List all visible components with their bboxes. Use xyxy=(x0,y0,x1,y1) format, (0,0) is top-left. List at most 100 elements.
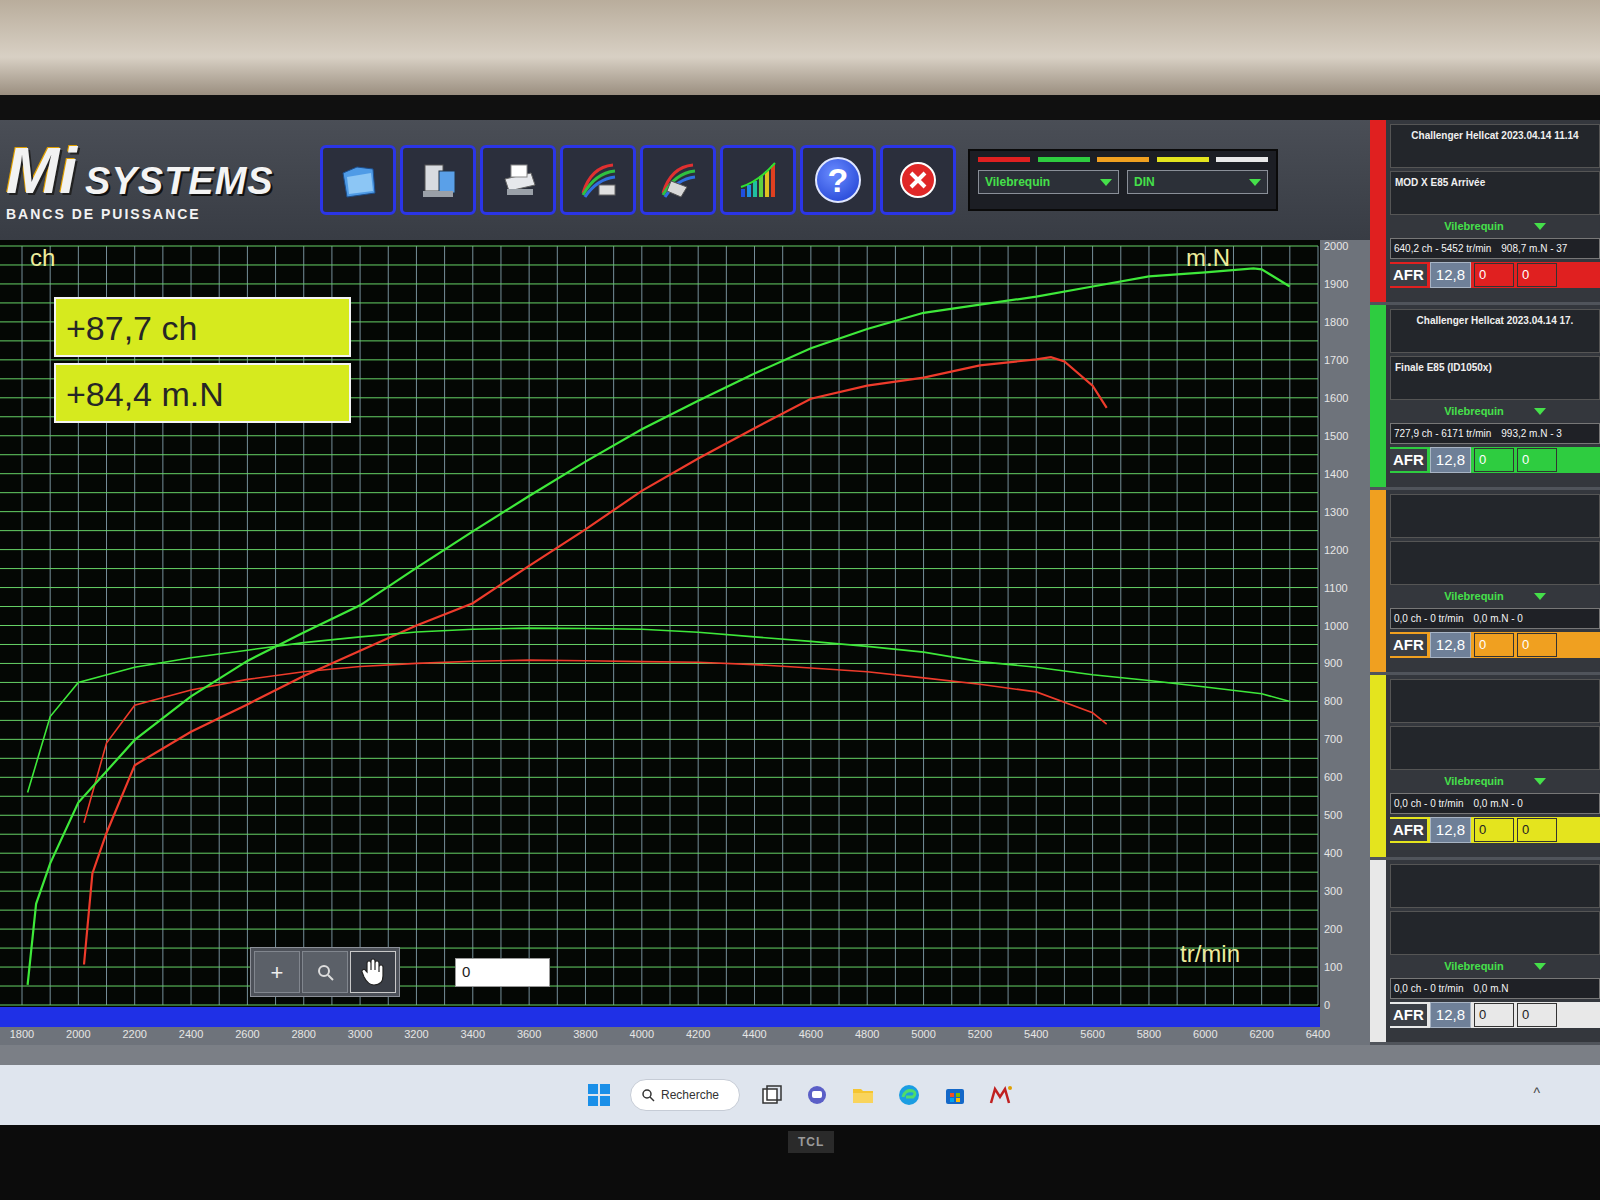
afr-field[interactable]: 0 xyxy=(1517,633,1557,657)
afr-field[interactable]: 0 xyxy=(1474,633,1514,657)
taskbar-search[interactable]: Recherche xyxy=(630,1079,740,1111)
y-tick-label: 600 xyxy=(1324,771,1342,783)
afr-field[interactable]: 0 xyxy=(1517,1003,1557,1027)
afr-value[interactable]: 12,8 xyxy=(1430,817,1471,844)
folder-app-button[interactable] xyxy=(848,1080,878,1110)
curves-edit-button[interactable] xyxy=(640,145,716,215)
print-button[interactable] xyxy=(480,145,556,215)
run-note[interactable] xyxy=(1390,911,1600,955)
y-tick-label: 0 xyxy=(1324,999,1330,1011)
grid-line-horizontal xyxy=(0,701,1318,702)
afr-field[interactable]: 0 xyxy=(1474,1003,1514,1027)
zoom-value-field[interactable]: 0 xyxy=(455,958,550,987)
curves-edit-part xyxy=(665,177,695,197)
open-icon xyxy=(337,159,379,201)
select-value: Vilebrequin xyxy=(985,173,1050,191)
grid-line-horizontal xyxy=(0,625,1318,626)
hand-button[interactable] xyxy=(350,951,396,993)
grid-line-horizontal xyxy=(0,606,1318,607)
monitor-bezel-top xyxy=(0,95,1600,120)
store-app-button[interactable] xyxy=(940,1080,970,1110)
run-note[interactable] xyxy=(1390,541,1600,585)
chat-part xyxy=(808,1086,826,1104)
x-tick-label: 1800 xyxy=(10,1028,34,1040)
afr-value[interactable]: 12,8 xyxy=(1430,447,1471,474)
y-tick-label: 500 xyxy=(1324,809,1342,821)
afr-value[interactable]: 12,8 xyxy=(1430,632,1471,659)
run-note[interactable]: Finale E85 (ID1050x) xyxy=(1390,356,1600,400)
bars-button[interactable] xyxy=(720,145,796,215)
grid-line-horizontal xyxy=(0,758,1318,759)
edge-app-button[interactable] xyxy=(894,1080,924,1110)
grid-line-horizontal xyxy=(0,454,1318,455)
curves-edit-icon xyxy=(657,159,699,201)
taskbar: Recherche ^ xyxy=(0,1065,1600,1125)
taskview-icon xyxy=(759,1083,783,1107)
plus-button[interactable]: + xyxy=(254,951,300,993)
y-tick-label: 700 xyxy=(1324,733,1342,745)
grid-line-horizontal xyxy=(0,511,1318,512)
run-mode-select[interactable]: Vilebrequin xyxy=(1390,773,1600,790)
peak-torque: 0,0 m.N - 0 xyxy=(1473,796,1522,811)
x-tick-label: 6400 xyxy=(1306,1028,1330,1040)
afr-field[interactable]: 0 xyxy=(1517,818,1557,842)
grid-line-horizontal xyxy=(0,929,1318,930)
afr-row: AFR12,800 xyxy=(1390,1002,1600,1029)
run-mode-select[interactable]: Vilebrequin xyxy=(1390,403,1600,420)
edge-part xyxy=(903,1091,915,1097)
run-note[interactable] xyxy=(1390,726,1600,770)
run-mode-select[interactable]: Vilebrequin xyxy=(1390,588,1600,605)
afr-label: AFR xyxy=(1390,634,1427,657)
afr-value[interactable]: 12,8 xyxy=(1430,1002,1471,1029)
close-icon xyxy=(897,159,939,201)
y-tick-label: 900 xyxy=(1324,657,1342,669)
open-part xyxy=(347,173,373,194)
legend-color-bar xyxy=(1038,157,1090,162)
grid-line-horizontal xyxy=(0,663,1318,664)
power-curve xyxy=(28,268,1290,984)
chat-app-button[interactable] xyxy=(802,1080,832,1110)
chat-icon xyxy=(805,1083,829,1107)
afr-field[interactable]: 0 xyxy=(1517,448,1557,472)
save-button[interactable] xyxy=(400,145,476,215)
run-details: Vilebrequin0,0 ch - 0 tr/min0,0 m.N - 0A… xyxy=(1386,490,1600,672)
afr-field[interactable]: 0 xyxy=(1474,448,1514,472)
help-button[interactable]: ? xyxy=(800,145,876,215)
x-tick-label: 5000 xyxy=(911,1028,935,1040)
grid-line-horizontal xyxy=(0,264,1318,265)
start-button[interactable] xyxy=(584,1080,614,1110)
grid-line-horizontal xyxy=(0,587,1318,588)
taskview-app-button[interactable] xyxy=(756,1080,786,1110)
open-button[interactable] xyxy=(320,145,396,215)
run-title xyxy=(1390,494,1600,538)
tray-expand-icon[interactable]: ^ xyxy=(1533,1083,1540,1104)
norm-select[interactable]: DIN xyxy=(1127,170,1268,194)
run-mode-select[interactable]: Vilebrequin xyxy=(1390,218,1600,235)
mi-app-button[interactable] xyxy=(986,1080,1016,1110)
peak-torque: 993,2 m.N - 3 xyxy=(1501,426,1562,441)
close-button[interactable] xyxy=(880,145,956,215)
x-tick-label: 4400 xyxy=(742,1028,766,1040)
afr-field[interactable]: 0 xyxy=(1474,818,1514,842)
mode-value: Vilebrequin xyxy=(1444,958,1504,975)
logo-mark: Mi xyxy=(6,143,77,201)
y-tick-label: 1600 xyxy=(1324,392,1348,404)
measure-select[interactable]: Vilebrequin xyxy=(978,170,1119,194)
x-tick-label: 2200 xyxy=(122,1028,146,1040)
run-mode-select[interactable]: Vilebrequin xyxy=(1390,958,1600,975)
zoom-button[interactable] xyxy=(302,951,348,993)
afr-value[interactable]: 12,8 xyxy=(1430,262,1471,289)
curves-button[interactable] xyxy=(560,145,636,215)
chart-canvas: 0100200300400500600700800900100011001200… xyxy=(0,240,1370,1045)
plus-icon: + xyxy=(271,956,284,989)
print-part xyxy=(507,189,533,195)
plot-area xyxy=(0,240,1320,1007)
afr-field[interactable]: 0 xyxy=(1474,263,1514,287)
print-icon xyxy=(497,159,539,201)
grid-line-horizontal xyxy=(0,682,1318,683)
run-note[interactable]: MOD X E85 Arrivée xyxy=(1390,171,1600,215)
afr-field[interactable]: 0 xyxy=(1517,263,1557,287)
mi-part xyxy=(991,1089,1009,1103)
mi-part xyxy=(1008,1086,1012,1090)
store-icon xyxy=(943,1083,967,1107)
